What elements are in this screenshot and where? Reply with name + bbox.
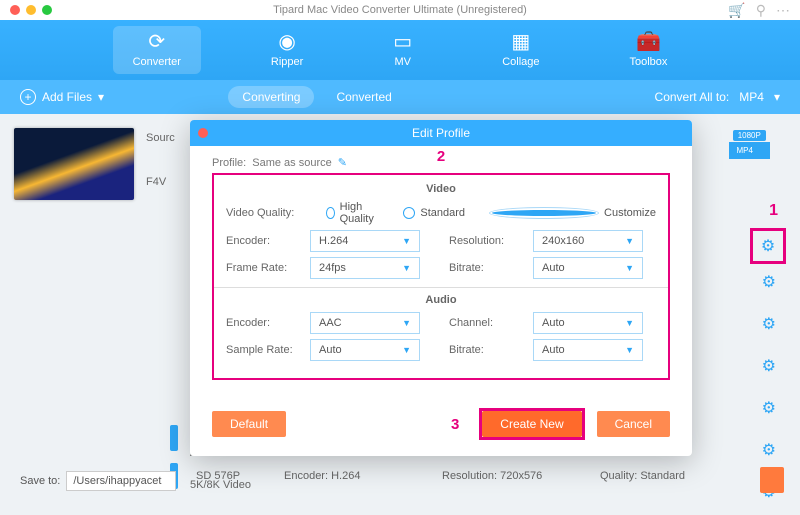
add-files-label: Add Files xyxy=(42,90,92,104)
gear-icon[interactable]: ⚙ xyxy=(762,272,776,292)
save-path-input[interactable]: /Users/ihappyacet xyxy=(66,471,176,491)
channel-label: Channel: xyxy=(449,317,533,329)
plus-icon: + xyxy=(20,89,36,105)
video-bitrate-label: Bitrate: xyxy=(449,262,533,274)
channel-select[interactable]: Auto▼ xyxy=(533,312,643,334)
settings-frame: Video Video Quality: High Quality Standa… xyxy=(212,173,670,380)
nav-converter[interactable]: ⟳ Converter xyxy=(113,26,201,74)
chevron-down-icon[interactable]: ▾ xyxy=(98,90,104,104)
row-quality: Quality: Standard xyxy=(600,470,740,482)
gear-column: ⚙ ⚙ ⚙ ⚙ ⚙ ⚙ ⚙ xyxy=(762,230,776,502)
format-label: F4V xyxy=(146,172,175,188)
row-encoder: Encoder: H.264 xyxy=(284,470,424,482)
video-encoder-label: Encoder: xyxy=(226,235,310,247)
resolution-label: Resolution: xyxy=(449,235,533,247)
row-resolution: Resolution: 720x576 xyxy=(442,470,582,482)
gear-icon[interactable]: ⚙ xyxy=(762,398,776,418)
frame-rate-select[interactable]: 24fps▼ xyxy=(310,257,420,279)
gear-icon[interactable]: ⚙ xyxy=(762,314,776,334)
close-icon[interactable] xyxy=(198,128,208,138)
annotation-3: 3 xyxy=(451,416,459,433)
output-format-badge[interactable]: 1080P MP4▾ xyxy=(729,130,770,159)
convert-all-label: Convert All to: xyxy=(655,90,730,104)
frame-rate-label: Frame Rate: xyxy=(226,262,310,274)
save-to: Save to: /Users/ihappyacet xyxy=(20,471,176,491)
tab-converted[interactable]: Converted xyxy=(322,86,405,108)
nav-ripper[interactable]: ◉ Ripper xyxy=(251,26,323,74)
nav-collage[interactable]: ▦ Collage xyxy=(482,26,559,74)
convert-all-format[interactable]: MP4 xyxy=(739,90,764,104)
default-button[interactable]: Default xyxy=(212,411,286,437)
audio-encoder-label: Encoder: xyxy=(226,317,310,329)
resolution-select[interactable]: 240x160▼ xyxy=(533,230,643,252)
profile-value: Same as source xyxy=(252,157,331,169)
dialog-title: Edit Profile xyxy=(412,126,470,140)
annotation-2: 2 xyxy=(437,148,445,165)
save-label: Save to: xyxy=(20,475,60,487)
titlebar: Tipard Mac Video Converter Ultimate (Unr… xyxy=(0,0,800,20)
edit-icon[interactable]: ✎ xyxy=(338,156,347,169)
audio-encoder-select[interactable]: AAC▼ xyxy=(310,312,420,334)
video-bitrate-select[interactable]: Auto▼ xyxy=(533,257,643,279)
source-label: Sourc xyxy=(146,128,175,144)
start-convert-button[interactable] xyxy=(760,467,784,493)
nav-label: Converter xyxy=(133,56,181,68)
dialog-footer: Default 3 Create New Cancel xyxy=(190,396,692,456)
radio-standard[interactable]: Standard xyxy=(403,207,465,219)
nav-mv[interactable]: ▭ MV xyxy=(373,26,432,74)
dialog-header: Edit Profile xyxy=(190,120,692,146)
cancel-button[interactable]: Cancel xyxy=(597,411,670,437)
nav-label: Collage xyxy=(502,56,539,68)
mv-icon: ▭ xyxy=(393,32,412,52)
main-nav: ⟳ Converter ◉ Ripper ▭ MV ▦ Collage 🧰 To… xyxy=(0,20,800,80)
radio-customize[interactable]: Customize xyxy=(489,207,656,219)
sub-bar: + Add Files ▾ Converting Converted Conve… xyxy=(0,80,800,114)
create-new-highlight: Create New xyxy=(479,408,584,440)
sidebar-item-5k8k[interactable]: 5K/8K Video xyxy=(190,479,251,491)
list-item[interactable]: SD 576P Encoder: H.264 Resolution: 720x5… xyxy=(170,457,740,495)
audio-bitrate-label: Bitrate: xyxy=(449,344,533,356)
res-badge: 1080P xyxy=(733,130,766,141)
nav-toolbox[interactable]: 🧰 Toolbox xyxy=(610,26,688,74)
add-files-button[interactable]: + Add Files ▾ xyxy=(20,89,104,105)
tab-converting[interactable]: Converting xyxy=(228,86,314,108)
nav-label: Toolbox xyxy=(630,56,668,68)
video-thumbnail[interactable] xyxy=(14,128,134,200)
annotation-1: 1 xyxy=(769,202,778,220)
create-new-button[interactable]: Create New xyxy=(482,411,581,437)
audio-bitrate-select[interactable]: Auto▼ xyxy=(533,339,643,361)
nav-label: MV xyxy=(394,56,411,68)
fmt-badge: MP4▾ xyxy=(729,142,770,159)
sample-rate-select[interactable]: Auto▼ xyxy=(310,339,420,361)
audio-section-header: Audio xyxy=(226,294,656,306)
profile-label: Profile: xyxy=(212,157,246,169)
format-icon xyxy=(170,425,178,451)
video-encoder-select[interactable]: H.264▼ xyxy=(310,230,420,252)
toolbox-icon: 🧰 xyxy=(636,32,661,52)
sample-rate-label: Sample Rate: xyxy=(226,344,310,356)
gear-icon[interactable]: ⚙ xyxy=(762,440,776,460)
app-title: Tipard Mac Video Converter Ultimate (Unr… xyxy=(0,4,800,16)
nav-label: Ripper xyxy=(271,56,303,68)
video-quality-label: Video Quality: xyxy=(226,207,326,219)
radio-high-quality[interactable]: High Quality xyxy=(326,201,379,225)
converter-icon: ⟳ xyxy=(148,32,165,52)
chevron-down-icon[interactable]: ▾ xyxy=(774,90,780,104)
video-section-header: Video xyxy=(226,183,656,195)
edit-profile-dialog: Edit Profile 2 Profile: Same as source ✎… xyxy=(190,120,692,456)
collage-icon: ▦ xyxy=(511,32,530,52)
ripper-icon: ◉ xyxy=(278,32,295,52)
gear-icon[interactable]: ⚙ xyxy=(762,356,776,376)
